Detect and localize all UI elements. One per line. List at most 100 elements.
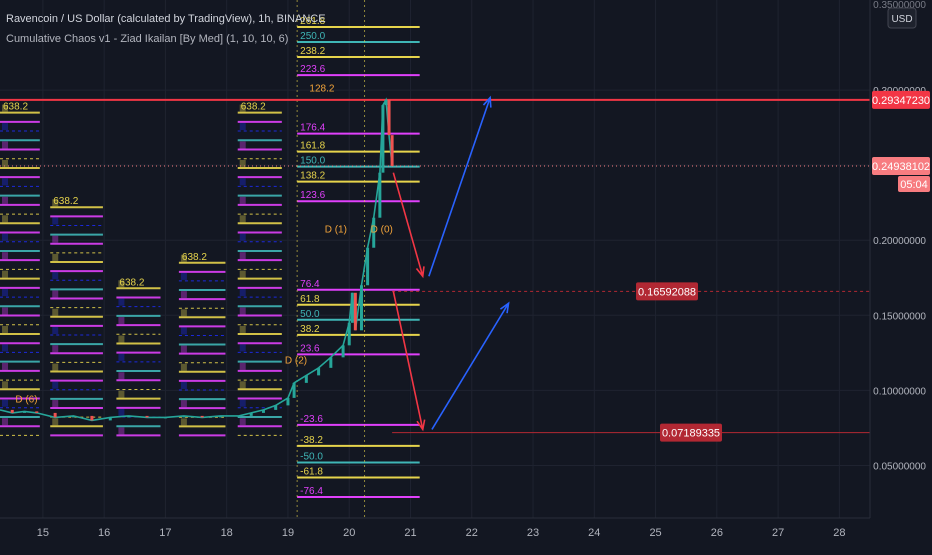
historic-fib-tag [239,399,246,407]
historic-fib-tag [239,141,246,149]
chart-annotation: D (1) [325,225,347,236]
countdown-text: 05:04 [900,179,928,191]
historic-fib-tag [52,345,59,353]
price-candle [127,415,131,418]
fib-level-label: 250.0 [300,31,325,42]
time-tick-label: 25 [649,527,661,539]
high-price-badge: 0.29347230 [872,90,930,109]
historic-fib-tag [52,272,59,280]
historic-fib-tag [2,123,8,131]
time-tick-label: 19 [282,527,294,539]
price-candle [341,345,345,358]
historic-fib-tag [2,141,8,149]
historic-fib-tag [52,327,59,335]
price-candle [359,285,363,331]
fib-level-label: 50.0 [300,309,320,320]
trading-chart[interactable]: 638.2 638.2 638.2 638.2 638.2 261.8 250.0 238.… [0,0,932,550]
price-candle [249,412,253,416]
time-tick-label: 15 [37,527,49,539]
last-price-badge-text: 0.24938102 [872,161,930,173]
fib-level-label: 76.4 [300,279,320,290]
fib-level-label: 150.0 [300,156,325,167]
price-candle [366,247,370,286]
time-tick-label: 17 [159,527,171,539]
chart-annotation: D (2) [285,355,307,366]
fib-level-label: -76.4 [300,486,323,497]
historic-fib-tag [239,307,246,315]
last-price-badge: 0.24938102 [872,157,930,176]
price-candle [145,415,149,418]
historic-fib-tag [239,270,246,278]
time-tick-label: 24 [588,527,600,539]
price-candle [347,322,351,346]
historic-fib-tag [2,344,8,352]
price-candle [329,357,333,368]
historic-fib-tag [52,217,59,225]
fib-level-label: 38.2 [300,324,320,335]
price-candle [200,415,204,418]
historic-fib-tag [118,390,125,398]
chart-annotation: D (6) [15,394,37,405]
price-candle [53,412,57,418]
historic-fib-tag [2,362,8,370]
historic-fib-tag [2,178,8,186]
historic-fib-tag [2,399,8,407]
historic-fib-tag [239,196,246,204]
historic-fib-top-label: 638.2 [53,196,78,207]
fib-level-label: -23.6 [300,414,323,425]
target2-badge-text: 0.07189335 [662,428,720,440]
historic-fib-tag [239,381,246,389]
chart-canvas[interactable]: 638.2638.2638.2638.2638.2 261.8250.0238.… [0,0,932,550]
fib-level-label: -61.8 [300,466,323,477]
historic-fib-tag [52,253,59,261]
price-candle [23,411,27,413]
fib-level-label: 61.8 [300,294,320,305]
historic-fib-tag [2,289,8,297]
price-candle [163,417,167,419]
time-tick-label: 28 [833,527,845,539]
price-candle [261,409,265,413]
historic-fib-tag [239,123,246,131]
historic-fib-tag [118,298,125,306]
historic-fib-tag [239,215,246,223]
historic-fib-tag [239,233,246,241]
price-candle [304,375,308,383]
target1-badge: 0.16592088 [636,282,698,301]
price-candle [182,415,186,418]
historic-fib-tag [180,400,187,408]
historic-fib-tag [2,325,8,333]
indicator-legend[interactable]: Cumulative Chaos v1 - Ziad Ikailan [By M… [6,33,288,45]
high-price-badge-text: 0.29347230 [872,95,930,107]
fib-level-label: 138.2 [300,171,325,182]
historic-fib-tag [180,418,187,426]
historic-fib-tag [118,353,125,361]
time-tick-label: 16 [98,527,110,539]
historic-fib-tag [239,252,246,260]
price-candle [219,415,223,418]
historic-fib-tag [2,196,8,204]
historic-fib-tag [180,309,187,317]
historic-fib-tag [2,233,8,241]
price-tick-label: 0.05000000 [873,461,926,472]
fib-level-label: 123.6 [300,190,325,201]
historic-fib-tag [52,400,59,408]
historic-fib-tag [180,363,187,371]
historic-fib-tag [52,308,59,316]
historic-fib-tag [2,252,8,260]
price-candle [10,409,14,413]
historic-fib-tag [2,270,8,278]
historic-fib-tag [52,290,59,298]
historic-fib-tag [239,418,246,426]
time-tick-label: 20 [343,527,355,539]
price-candle [237,415,241,417]
price-candle [350,292,354,323]
historic-fib-tag [2,418,8,426]
time-tick-label: 26 [711,527,723,539]
chart-annotation: D (0) [371,225,393,236]
historic-fib-tag [52,381,59,389]
historic-fib-tag [118,372,125,380]
historic-fib-tag [52,363,59,371]
price-candle [286,397,290,406]
price-candle [353,292,357,331]
time-tick-label: 22 [466,527,478,539]
